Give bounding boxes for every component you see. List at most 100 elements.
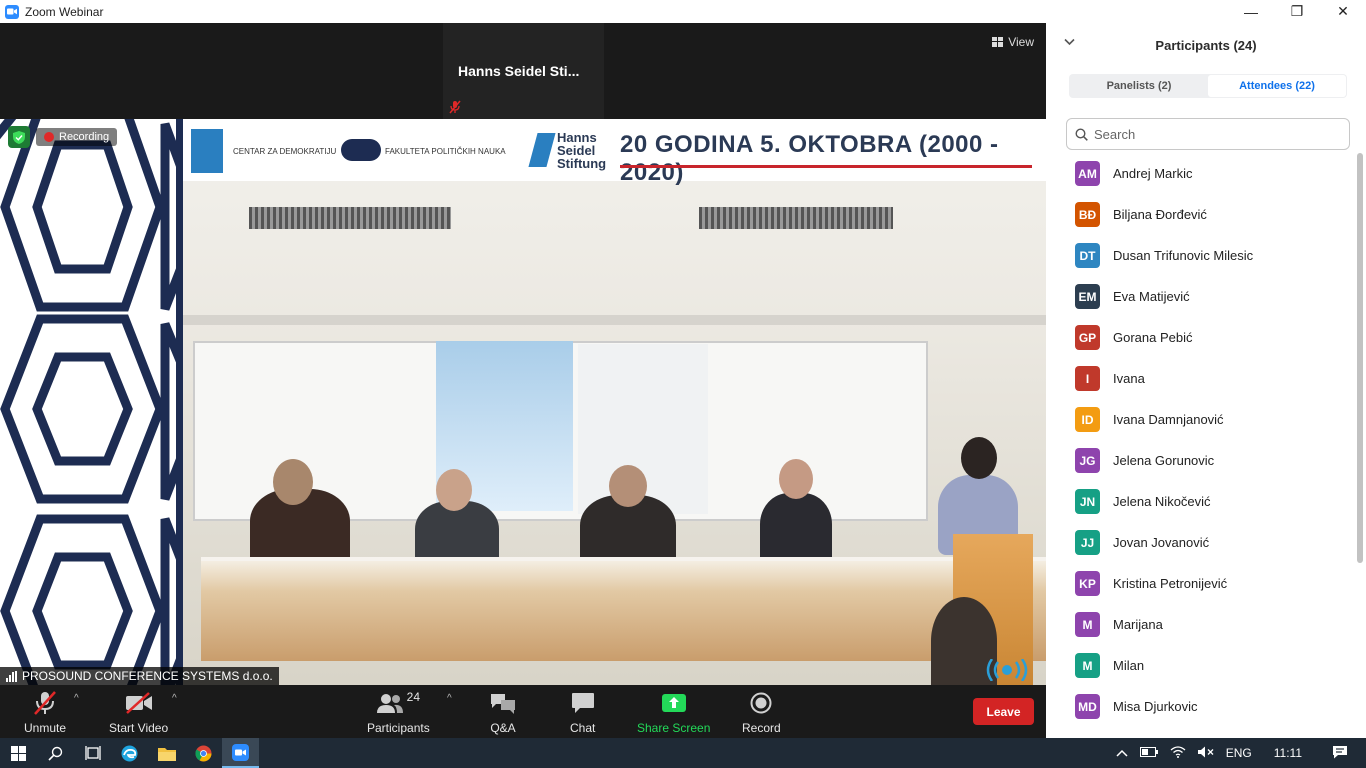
participant-row[interactable]: M Milan [1046, 645, 1356, 686]
view-label: View [1008, 35, 1034, 49]
participant-row[interactable]: EM Eva Matijević [1046, 276, 1356, 317]
hss-logo [528, 133, 556, 167]
tab-attendees[interactable]: Attendees (22) [1208, 75, 1346, 97]
participant-row[interactable]: M Marijana [1046, 604, 1356, 645]
video-options-caret-icon[interactable]: ^ [172, 693, 177, 704]
maximize-button[interactable]: ❐ [1274, 0, 1320, 23]
start-button[interactable] [0, 738, 37, 768]
conference-table [201, 561, 1046, 661]
participant-name: Kristina Petronijević [1113, 576, 1228, 591]
language-indicator[interactable]: ENG [1226, 746, 1252, 760]
avatar: JJ [1075, 530, 1100, 555]
broadcast-icon [986, 659, 1028, 681]
avatar: DT [1075, 243, 1100, 268]
speaker-tile[interactable]: Hanns Seidel Sti... [443, 23, 604, 119]
participant-row[interactable]: MD Misa Djurkovic [1046, 686, 1356, 727]
chat-button[interactable]: Chat [570, 689, 595, 735]
banner-underline [620, 165, 1032, 168]
participants-button[interactable]: 24 Participants [367, 689, 430, 735]
collapse-chevron-icon[interactable] [1064, 35, 1075, 49]
unmute-label: Unmute [24, 721, 67, 735]
avatar: AM [1075, 161, 1100, 186]
participant-name: Milan [1113, 658, 1145, 673]
clock[interactable]: 11:11 [1274, 746, 1302, 760]
security-shield-icon [8, 126, 30, 148]
participant-row[interactable]: DT Dusan Trifunovic Milesic [1046, 235, 1356, 276]
participants-label: Participants [367, 721, 430, 735]
tab-panelists[interactable]: Panelists (2) [1070, 75, 1208, 97]
panelist-head [273, 459, 313, 505]
window-title-bar: Zoom Webinar — ❐ ✕ [0, 0, 1366, 23]
wall-ledge [183, 315, 1046, 325]
participant-row[interactable]: GP Gorana Pebić [1046, 317, 1356, 358]
participant-row[interactable]: ID Ivana Damnjanović [1046, 399, 1356, 440]
panel-scrollbar[interactable] [1357, 153, 1363, 563]
taskbar-search-button[interactable] [37, 738, 74, 768]
taskbar-file-explorer[interactable] [148, 738, 185, 768]
participant-name: Andrej Markic [1113, 166, 1193, 181]
wifi-icon[interactable] [1170, 745, 1186, 761]
avatar: M [1075, 653, 1100, 678]
qa-label: Q&A [490, 721, 516, 735]
audio-options-caret-icon[interactable]: ^ [74, 693, 79, 704]
avatar: ID [1075, 407, 1100, 432]
search-box[interactable] [1066, 118, 1350, 150]
unmute-button[interactable]: Unmute [24, 689, 66, 735]
windows-taskbar: ENG 11:11 [0, 738, 1366, 768]
participants-caret-icon[interactable]: ^ [447, 693, 452, 704]
participant-name: Jelena Gorunovic [1113, 453, 1215, 468]
start-video-button[interactable]: Start Video [109, 689, 168, 735]
minimize-button[interactable]: — [1228, 0, 1274, 23]
avatar: BĐ [1075, 202, 1100, 227]
view-button[interactable]: View [992, 35, 1034, 49]
participant-name: Misa Djurkovic [1113, 699, 1198, 714]
avatar: GP [1075, 325, 1100, 350]
chat-label: Chat [570, 721, 596, 735]
participant-row[interactable]: JN Jelena Nikočević [1046, 481, 1356, 522]
tray-chevron-icon[interactable] [1116, 746, 1128, 760]
participant-row[interactable]: JG Jelena Gorunovic [1046, 440, 1356, 481]
video-caption: PROSOUND CONFERENCE SYSTEMS d.o.o. [0, 667, 279, 685]
muted-mic-icon [33, 689, 57, 717]
share-screen-button[interactable]: Share Screen [637, 689, 710, 735]
recording-indicator[interactable]: Recording [8, 126, 118, 148]
close-button[interactable]: ✕ [1320, 0, 1366, 23]
taskbar-zoom[interactable] [222, 738, 259, 768]
speaker-name: Hanns Seidel Sti... [458, 63, 580, 79]
edge-icon [121, 745, 138, 761]
leave-button[interactable]: Leave [973, 698, 1034, 725]
participant-name: Eva Matijević [1113, 289, 1190, 304]
record-icon [750, 689, 772, 717]
taskbar-edge[interactable] [111, 738, 148, 768]
search-input[interactable] [1094, 126, 1334, 142]
moderator-head [961, 437, 997, 479]
recording-dot-icon [44, 132, 54, 142]
notifications-icon[interactable] [1332, 745, 1348, 762]
banner-org-1: CENTAR ZA DEMOKRATIJU [233, 147, 337, 156]
signal-strength-icon [6, 670, 17, 682]
search-icon [1075, 127, 1088, 141]
participant-row[interactable]: AM Andrej Markic [1046, 153, 1356, 194]
speaker-strip: Hanns Seidel Sti... View [0, 23, 1046, 119]
task-view-button[interactable] [74, 738, 111, 768]
window-title: Zoom Webinar [25, 4, 104, 19]
participant-row[interactable]: KP Kristina Petronijević [1046, 563, 1356, 604]
taskbar-chrome[interactable] [185, 738, 222, 768]
banner-title: 20 GODINA 5. OKTOBRA (2000 - 2020) [620, 131, 999, 186]
muted-mic-icon [448, 100, 462, 119]
participant-row[interactable]: JJ Jovan Jovanović [1046, 522, 1356, 563]
record-button[interactable]: Record [742, 689, 781, 735]
participant-row[interactable]: BĐ Biljana Đorđević [1046, 194, 1356, 235]
banner-org-3: Hanns Seidel Stiftung [557, 130, 607, 171]
panelist-head [609, 465, 647, 507]
avatar: I [1075, 366, 1100, 391]
battery-icon[interactable] [1139, 746, 1158, 760]
conference-room-video: CENTAR ZA DEMOKRATIJU FAKULTETA POLITIČK… [183, 119, 1046, 685]
participant-name: Gorana Pebić [1113, 330, 1193, 345]
participant-row[interactable]: I Ivana [1046, 358, 1356, 399]
recording-pill[interactable]: Recording [36, 128, 118, 146]
panel-title: Participants (24) [1155, 37, 1257, 53]
qa-button[interactable]: Q&A [490, 689, 516, 735]
avatar: EM [1075, 284, 1100, 309]
volume-muted-icon[interactable] [1197, 746, 1214, 761]
